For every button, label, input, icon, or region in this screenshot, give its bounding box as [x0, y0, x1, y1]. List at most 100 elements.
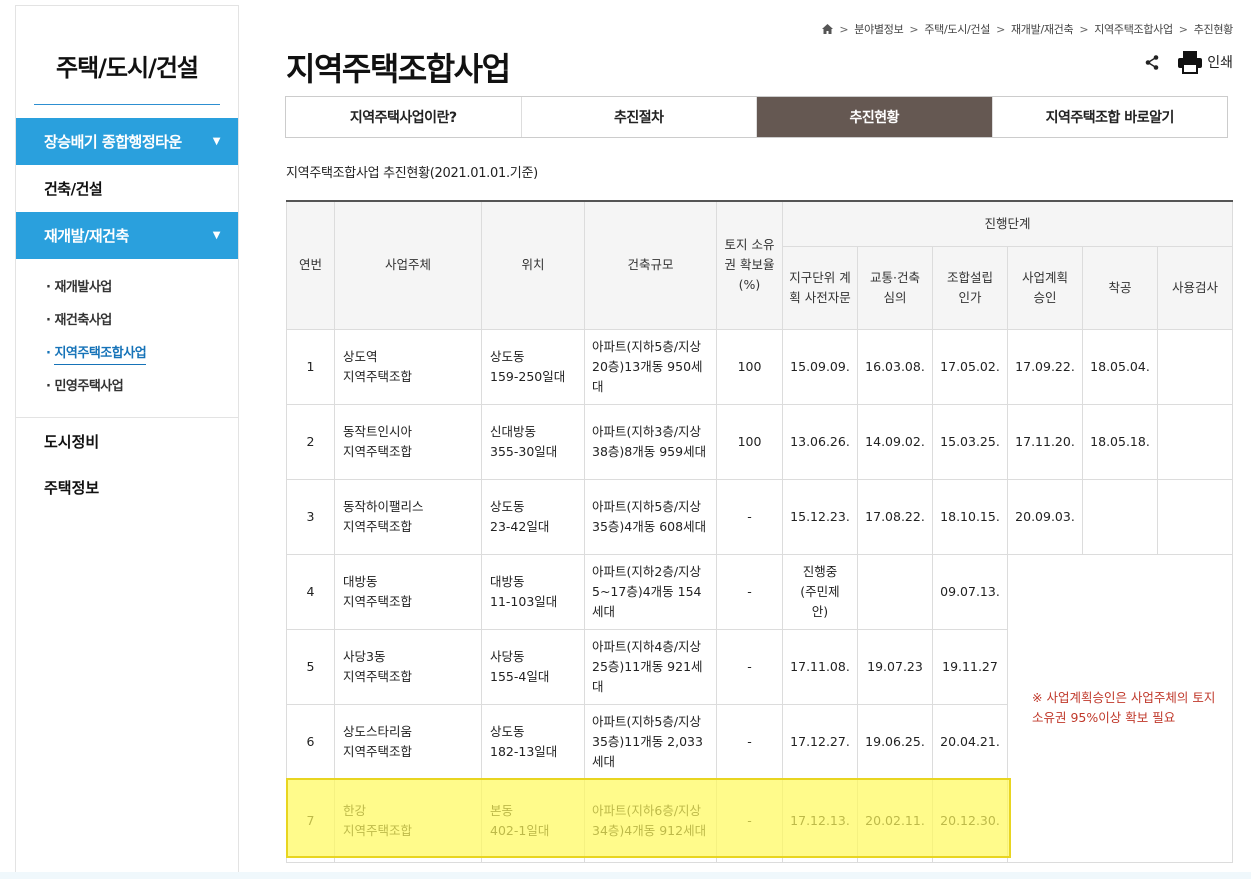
header-owner: 사업주체	[334, 200, 482, 330]
cell-stage	[1082, 478, 1158, 555]
caret-down-icon: ▼	[212, 230, 221, 241]
cell-stage: 17.12.27.	[782, 703, 858, 780]
header-no: 연번	[286, 200, 335, 330]
tab-guide[interactable]: 지역주택조합 바로알기	[993, 97, 1228, 137]
location-line: 상도동	[490, 723, 525, 739]
share-icon[interactable]	[1145, 54, 1159, 70]
sidebar-item-construction[interactable]: 건축/건설	[16, 165, 238, 212]
submenu-item-private-housing[interactable]: · 민영주택사업	[46, 370, 238, 403]
breadcrumb-item[interactable]: 주택/도시/건설	[924, 21, 990, 37]
printer-icon	[1178, 51, 1203, 74]
cell-land: -	[716, 553, 783, 630]
table-caption: 지역주택조합사업 추진현황(2021.01.01.기준)	[286, 166, 538, 181]
cell-location: 대방동 11-103일대	[481, 553, 585, 630]
owner-line: 사당3동	[343, 648, 386, 664]
cell-scale: 아파트(지하6층/지상34층)4개동 912세대	[584, 778, 717, 863]
location-line: 11-103일대	[490, 593, 558, 609]
cell-stage: 20.02.11.	[857, 778, 933, 863]
chevron-right-icon: >	[1178, 22, 1188, 36]
sidebar-item-town[interactable]: 장승배기 종합행정타운 ▼	[16, 118, 238, 165]
table-row: 1 상도역 지역주택조합 상도동 159-250일대 아파트(지하5층/지상20층)…	[286, 328, 1234, 405]
owner-line: 한강	[343, 802, 367, 818]
breadcrumb-current: 추진현황	[1193, 23, 1234, 36]
chevron-right-icon: >	[996, 22, 1005, 36]
location-line: 155-4일대	[490, 668, 550, 684]
page-tools: 인쇄	[1145, 50, 1233, 74]
header-stage: 진행단계	[781, 200, 1234, 247]
location-line: 본동	[490, 802, 514, 818]
owner-line: 지역주택조합	[343, 593, 413, 609]
sidebar-item-redevelopment[interactable]: 재개발/재건축 ▼	[16, 212, 238, 259]
cell-no: 2	[286, 403, 335, 480]
print-label: 인쇄	[1207, 55, 1233, 71]
cell-stage: 19.06.25.	[857, 703, 933, 780]
cell-no: 3	[286, 478, 335, 555]
owner-line: 대방동	[343, 573, 378, 589]
breadcrumb-item[interactable]: 분야별정보	[854, 21, 903, 37]
location-line: 23-42일대	[490, 518, 550, 534]
cell-scale: 아파트(지하3층/지상38층)8개동 959세대	[584, 403, 717, 480]
table-row: 3 동작하이팰리스 지역주택조합 상도동 23-42일대 아파트(지하5층/지상35…	[286, 478, 1234, 555]
submenu-label: 재건축사업	[54, 313, 112, 328]
cell-stage: 16.03.08.	[857, 328, 933, 405]
sidebar-title: 주택/도시/건설	[55, 54, 199, 82]
sidebar-item-label: 장승배기 종합행정타운	[44, 133, 182, 151]
location-line: 신대방동	[490, 423, 537, 439]
page-title: 지역주택조합사업	[286, 50, 511, 88]
location-line: 대방동	[490, 573, 525, 589]
cell-no: 5	[286, 628, 335, 705]
owner-line: 지역주택조합	[343, 518, 413, 534]
sidebar-item-housing-info[interactable]: 주택정보	[16, 464, 238, 510]
cell-stage: 20.12.30.	[932, 778, 1008, 863]
cell-scale: 아파트(지하4층/지상25층)11개동 921세대	[584, 628, 717, 705]
header-stage-1: 지구단위 계획 사전자문	[782, 245, 858, 330]
cell-stage: 20.09.03.	[1007, 478, 1083, 555]
cell-stage: 진행중 (주민제안)	[782, 553, 858, 630]
sidebar-menu: 장승배기 종합행정타운 ▼ 건축/건설 재개발/재건축 ▼ · 재개발사업 · …	[16, 118, 238, 510]
cell-stage: 17.09.22.	[1007, 328, 1083, 405]
home-icon[interactable]	[822, 24, 834, 34]
owner-line: 지역주택조합	[343, 443, 413, 459]
chevron-right-icon: >	[1079, 22, 1089, 36]
cell-scale: 아파트(지하5층/지상35층)11개동 2,033세대	[584, 703, 717, 780]
cell-stage: 17.08.22.	[857, 478, 933, 555]
submenu-item-redevelopment[interactable]: · 재개발사업	[46, 271, 238, 304]
breadcrumb-item[interactable]: 재개발/재건축	[1011, 21, 1074, 37]
sidebar-submenu: · 재개발사업 · 재건축사업 · 지역주택조합사업 · 민영주택사업	[16, 259, 238, 413]
cell-location: 상도동 182-13일대	[481, 703, 585, 780]
table-row: 2 동작트인시아 지역주택조합 신대방동 355-30일대 아파트(지하3층/지상3…	[286, 403, 1234, 480]
submenu-item-local-housing[interactable]: · 지역주택조합사업	[46, 337, 238, 370]
tab-procedure[interactable]: 추진절차	[522, 97, 757, 137]
cell-land: -	[716, 778, 783, 863]
owner-line: 지역주택조합	[343, 822, 413, 838]
cell-no: 4	[286, 553, 335, 630]
location-line: 사당동	[490, 648, 525, 664]
header-stage-6: 사용검사	[1156, 245, 1234, 330]
tab-about[interactable]: 지역주택사업이란?	[286, 97, 522, 137]
cell-location: 상도동 23-42일대	[481, 478, 585, 555]
owner-line: 지역주택조합	[343, 743, 413, 759]
submenu-item-reconstruction[interactable]: · 재건축사업	[46, 304, 238, 337]
cell-owner: 한강지역주택조합	[334, 778, 482, 863]
sidebar-title-underline	[34, 104, 220, 105]
owner-line: 동작하이팰리스	[343, 498, 424, 514]
cell-stage: 15.03.25.	[932, 403, 1008, 480]
owner-line: 상도스타리움	[343, 723, 413, 739]
header-stage-2: 교통·건축 심의	[857, 245, 933, 330]
cell-owner: 동작트인시아 지역주택조합	[334, 403, 482, 480]
cell-land: -	[716, 628, 783, 705]
tab-status[interactable]: 추진현황	[757, 97, 993, 137]
submenu-label: 재개발사업	[54, 280, 112, 295]
submenu-label: 지역주택조합사업	[54, 346, 147, 365]
cell-stage: 15.09.09.	[782, 328, 858, 405]
cell-location: 신대방동 355-30일대	[481, 403, 585, 480]
cell-stage: 15.12.23.	[782, 478, 858, 555]
cell-land: -	[716, 478, 783, 555]
header-land: 토지 소유권 확보율 (%)	[716, 200, 783, 330]
location-line: 402-1일대	[490, 822, 550, 838]
sidebar-item-urban[interactable]: 도시정비	[16, 418, 238, 464]
breadcrumb-item[interactable]: 지역주택조합사업	[1094, 21, 1173, 37]
header-stage-3: 조합설립 인가	[932, 245, 1008, 330]
cell-scale: 아파트(지하2층/지상5~17층)4개동 154세대	[584, 553, 717, 630]
print-button[interactable]: 인쇄	[1177, 50, 1233, 74]
